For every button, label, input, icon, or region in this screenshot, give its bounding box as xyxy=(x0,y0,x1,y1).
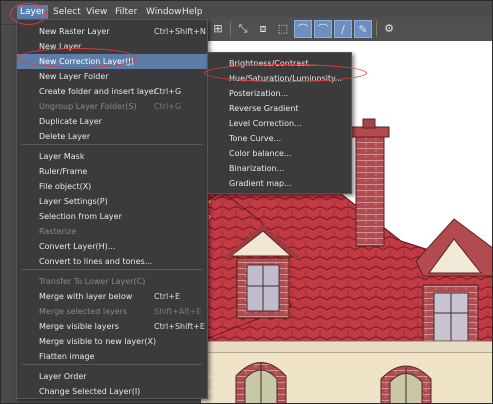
menu-item-new-layer-folder[interactable]: New Layer Folder xyxy=(17,69,207,84)
submenu-item-gradient-map[interactable]: Gradient map... xyxy=(208,176,351,191)
toolbar-divider xyxy=(230,21,231,37)
curve-ruler-icon[interactable]: ⌒ xyxy=(294,20,312,38)
menu-item-label: Selection from Layer xyxy=(39,212,122,221)
menu-item-label: Ungroup Layer Folder(S) xyxy=(39,102,137,111)
submenu-item-label: Tone Curve... xyxy=(229,134,282,143)
menu-item-label: File object(X) xyxy=(39,182,92,191)
submenu-item-label: Level Correction... xyxy=(229,119,302,128)
menu-item-ruler-frame[interactable]: Ruler/Frame› xyxy=(17,164,211,179)
menu-item-label: New Layer Folder xyxy=(39,72,109,81)
pen-tool-icon[interactable]: ✎ xyxy=(354,20,372,38)
menu-view[interactable]: View xyxy=(83,5,110,19)
menu-select[interactable]: Select xyxy=(50,5,84,19)
menu-item-new-correction-layer[interactable]: New Correction Layer(J)› xyxy=(17,54,211,69)
menu-item-label: Create folder and insert layer xyxy=(39,87,157,96)
submenu-item-label: Color balance... xyxy=(229,149,292,158)
menu-item-label: Delete Layer xyxy=(39,132,91,141)
menu-item-label: New Correction Layer(J) xyxy=(39,57,134,66)
perspective-ruler-icon[interactable]: ⌒ xyxy=(314,20,332,38)
submenu-item-label: Binarization... xyxy=(229,164,285,173)
menu-item-label: Duplicate Layer xyxy=(39,117,102,126)
menu-item-duplicate-layer[interactable]: Duplicate Layer xyxy=(17,114,207,129)
transform-icon[interactable]: ⤡ xyxy=(234,20,252,38)
menu-item-label: New Raster Layer xyxy=(39,27,110,36)
menu-item-label: Convert to lines and tones... xyxy=(39,257,153,266)
menu-item-label: Convert Layer(H)... xyxy=(39,242,116,251)
chevron-right-icon: › xyxy=(208,387,212,396)
menu-item-label: New Layer xyxy=(39,42,82,51)
menu-item-create-folder-insert-layer[interactable]: Create folder and insert layer Ctrl+G xyxy=(17,84,207,99)
layer-menu: New Raster Layer Ctrl+Shift+N New Layer › Ne… xyxy=(16,19,211,399)
menu-item-layer-settings[interactable]: Layer Settings(P) › xyxy=(17,194,211,209)
submenu-item-label: Posterization... xyxy=(229,89,289,98)
submenu-item-level-correction[interactable]: Level Correction... xyxy=(208,116,351,131)
menu-item-delete-layer[interactable]: Delete Layer xyxy=(17,129,207,144)
submenu-item-label: Hue/Saturation/Luminosity... xyxy=(229,74,343,83)
menu-separator xyxy=(21,364,203,365)
menu-item-convert-layer[interactable]: Convert Layer(H)... xyxy=(17,239,207,254)
select-rect-icon[interactable]: ⬚ xyxy=(274,20,292,38)
menu-item-file-object[interactable]: File object(X)› xyxy=(17,179,211,194)
chevron-right-icon: › xyxy=(208,212,212,221)
menu-item-label: Transfer To Lower Layer(C) xyxy=(39,277,146,286)
submenu-item-hue-saturation-luminosity[interactable]: Hue/Saturation/Luminosity... xyxy=(208,71,351,86)
menu-item-label: Merge selected layers xyxy=(39,307,128,316)
menu-item-label: Merge visible layers xyxy=(39,322,119,331)
menu-item-new-layer[interactable]: New Layer › xyxy=(17,39,211,54)
menu-layer[interactable]: Layer xyxy=(17,5,49,19)
menu-item-label: Layer Order xyxy=(39,372,87,381)
menu-item-label: Ruler/Frame xyxy=(39,167,88,176)
menu-item-merge-selected-layers: Merge selected layers Shift+Alt+E xyxy=(17,304,207,319)
new-correction-layer-submenu: Brightness/Contrast... Hue/Saturation/Lum… xyxy=(207,52,352,194)
menu-item-shortcut: Ctrl+E xyxy=(154,292,180,301)
chevron-right-icon: › xyxy=(208,372,212,381)
chevron-right-icon: › xyxy=(208,197,212,206)
menu-item-shortcut: Ctrl+Shift+E xyxy=(154,322,205,331)
menu-item-merge-visible-to-new-layer[interactable]: Merge visible to new layer(X) xyxy=(17,334,207,349)
app-window: Layer Select View Filter Window Help ⊞ ⤡… xyxy=(0,0,493,404)
menu-item-merge-with-layer-below[interactable]: Merge with layer below Ctrl+E xyxy=(17,289,207,304)
menu-item-ungroup-layer-folder: Ungroup Layer Folder(S) Ctrl+G xyxy=(17,99,207,114)
menu-item-label: Merge visible to new layer(X) xyxy=(39,337,157,346)
menu-item-shortcut: Ctrl+G xyxy=(154,102,182,111)
command-bar: ⊞ ⤡ ⧈ ⬚ ⌒ ⌒ ∕ ✎ ⚙ xyxy=(206,17,492,42)
menu-item-rasterize: Rasterize xyxy=(17,224,207,239)
crop-icon[interactable]: ⧈ xyxy=(254,20,272,38)
submenu-item-label: Reverse Gradient xyxy=(229,104,299,113)
settings-icon[interactable]: ⚙ xyxy=(380,20,398,38)
menu-item-merge-visible-layers[interactable]: Merge visible layers Ctrl+Shift+E xyxy=(17,319,207,334)
menu-item-selection-from-layer[interactable]: Selection from Layer › xyxy=(17,209,211,224)
submenu-item-reverse-gradient[interactable]: Reverse Gradient xyxy=(208,101,351,116)
submenu-item-label: Brightness/Contrast... xyxy=(229,59,317,68)
submenu-item-color-balance[interactable]: Color balance... xyxy=(208,146,351,161)
menu-item-transfer-to-lower-layer: Transfer To Lower Layer(C) xyxy=(17,274,207,289)
menu-item-shortcut: Ctrl+G xyxy=(154,87,182,96)
menu-separator xyxy=(21,144,203,145)
menu-item-label: Flatten image xyxy=(39,352,95,361)
menu-item-label: Layer Settings(P) xyxy=(39,197,108,206)
menu-item-label: Merge with layer below xyxy=(39,292,133,301)
toolbar-divider xyxy=(376,21,377,37)
menu-help[interactable]: Help xyxy=(179,5,206,19)
menu-item-new-raster-layer[interactable]: New Raster Layer Ctrl+Shift+N xyxy=(17,24,207,39)
grid-icon[interactable]: ⊞ xyxy=(209,20,227,38)
submenu-item-brightness-contrast[interactable]: Brightness/Contrast... xyxy=(208,56,351,71)
menu-item-layer-order[interactable]: Layer Order › xyxy=(17,369,211,384)
submenu-item-tone-curve[interactable]: Tone Curve... xyxy=(208,131,351,146)
menu-item-label: Layer Mask xyxy=(39,152,85,161)
menu-item-flatten-image[interactable]: Flatten image xyxy=(17,349,207,364)
menu-filter[interactable]: Filter xyxy=(112,5,140,19)
submenu-item-posterization[interactable]: Posterization... xyxy=(208,86,351,101)
menu-item-shortcut: Ctrl+Shift+N xyxy=(154,27,206,36)
menu-item-label: Rasterize xyxy=(39,227,77,236)
submenu-item-binarization[interactable]: Binarization... xyxy=(208,161,351,176)
submenu-item-label: Gradient map... xyxy=(229,179,292,188)
menu-item-change-selected-layer[interactable]: Change Selected Layer(I) › xyxy=(17,384,211,399)
menu-item-shortcut: Shift+Alt+E xyxy=(154,307,202,316)
special-ruler-icon[interactable]: ∕ xyxy=(334,20,352,38)
menu-item-label: Change Selected Layer(I) xyxy=(39,387,141,396)
menu-separator xyxy=(21,269,203,270)
menu-item-layer-mask[interactable]: Layer Mask› xyxy=(17,149,211,164)
menu-item-convert-to-lines-tones[interactable]: Convert to lines and tones... xyxy=(17,254,207,269)
